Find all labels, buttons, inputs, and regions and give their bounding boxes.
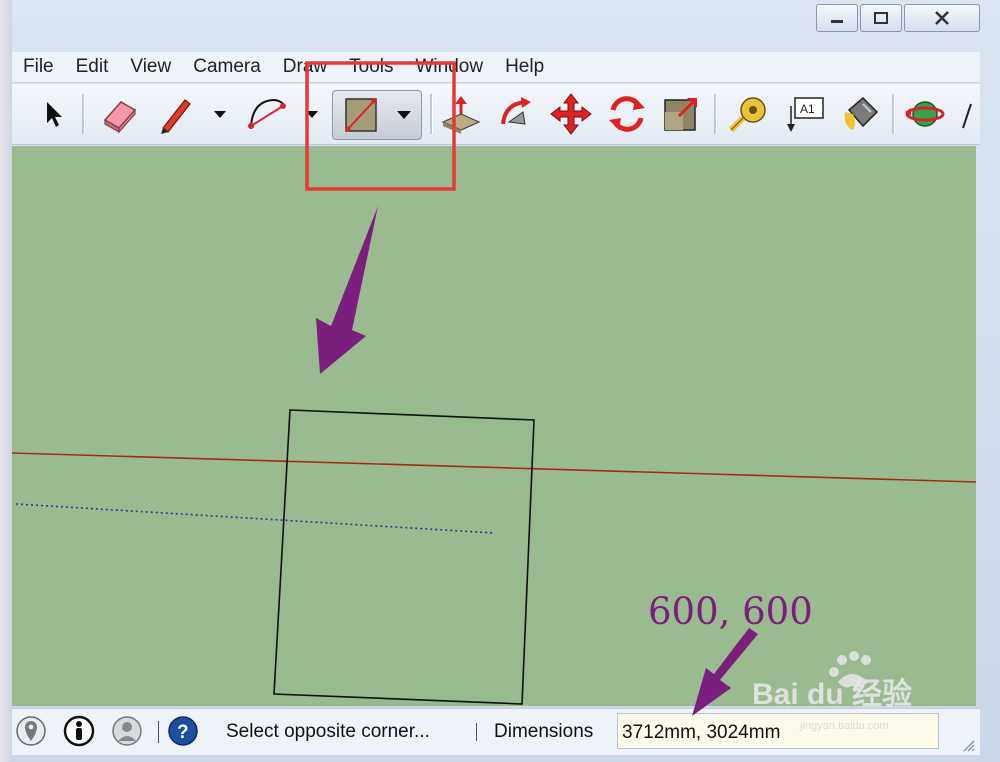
push-pull-icon <box>441 96 481 134</box>
status-separator <box>476 723 477 741</box>
toolbar-overflow-tool[interactable] <box>954 90 980 138</box>
scale-tool-button[interactable] <box>658 90 704 138</box>
push-pull-tool-button[interactable] <box>438 90 484 138</box>
toolbar-separator <box>714 94 717 134</box>
toolbar-separator <box>82 94 85 134</box>
annotation-text: 600, 600 <box>648 590 813 633</box>
scale-icon <box>664 98 697 131</box>
minimize-icon <box>831 20 843 23</box>
location-pin-icon <box>16 716 46 746</box>
pencil-icon <box>161 99 191 134</box>
move-tool-button[interactable] <box>548 90 594 138</box>
eraser-tool-button[interactable] <box>96 90 142 138</box>
follow-me-tool-button[interactable] <box>494 90 540 138</box>
tape-measure-tool-button[interactable] <box>726 90 772 138</box>
orbit-tool-button[interactable] <box>902 90 948 138</box>
chevron-down-icon <box>306 111 318 118</box>
arrow-cursor-icon <box>47 102 62 127</box>
menu-view[interactable]: View <box>119 56 182 78</box>
menu-edit[interactable]: Edit <box>65 56 120 78</box>
rotate-icon <box>609 96 645 132</box>
pencil-tool-button[interactable] <box>152 90 198 138</box>
arc-icon <box>248 98 286 129</box>
main-toolbar: A1 <box>12 84 980 145</box>
red-axis <box>12 452 976 483</box>
minimize-button[interactable] <box>816 4 858 32</box>
drawn-rectangle[interactable] <box>273 409 535 705</box>
partial-tool-icon <box>962 103 972 129</box>
paint-bucket-icon <box>844 96 879 130</box>
arc-dropdown[interactable] <box>304 104 320 124</box>
svg-text:?: ? <box>177 722 189 743</box>
toolbar-separator <box>892 94 895 134</box>
watermark-url: jingyan.baidu.com <box>800 720 889 732</box>
maximize-icon <box>874 12 888 24</box>
select-tool-button[interactable] <box>30 90 76 138</box>
instructor-help-button[interactable]: ? <box>166 714 200 748</box>
measurements-label: Dimensions <box>494 721 594 742</box>
toolbar-separator <box>430 94 433 134</box>
menu-tools[interactable]: Tools <box>338 56 404 78</box>
rotate-tool-button[interactable] <box>604 90 650 138</box>
text-label-icon: A1 <box>787 97 824 132</box>
resize-grip-icon[interactable] <box>960 737 976 753</box>
menu-draw[interactable]: Draw <box>272 56 338 78</box>
baidu-watermark: Bai du 经验 <box>752 651 912 711</box>
credits-button[interactable] <box>62 714 96 748</box>
arc-tool-button[interactable] <box>244 90 290 138</box>
paint-bucket-tool-button[interactable] <box>838 90 884 138</box>
menu-window[interactable]: Window <box>405 56 495 78</box>
scene-canvas[interactable] <box>12 146 976 706</box>
blue-axis <box>15 503 495 534</box>
tape-measure-icon <box>728 97 766 133</box>
measurements-input[interactable]: 3712mm, 3024mm <box>617 713 939 749</box>
drawing-viewport[interactable] <box>12 146 976 706</box>
watermark-text: Bai du 经验 <box>752 677 912 711</box>
move-icon <box>550 93 592 135</box>
geo-location-button[interactable] <box>14 714 48 748</box>
pencil-dropdown[interactable] <box>212 104 228 124</box>
rectangle-icon <box>345 98 411 132</box>
help-question-icon: ? <box>168 716 198 746</box>
menu-help[interactable]: Help <box>494 56 555 78</box>
maximize-button[interactable] <box>860 4 902 32</box>
follow-me-icon <box>501 97 531 125</box>
menu-file[interactable]: File <box>12 56 65 78</box>
menu-bar: File Edit View Camera Draw Tools Window … <box>12 52 980 83</box>
window-left-border <box>0 0 12 762</box>
eraser-icon <box>103 101 137 134</box>
rectangle-tool-button[interactable] <box>332 90 422 140</box>
text-tool-button[interactable]: A1 <box>782 90 828 138</box>
close-icon <box>935 11 949 25</box>
status-separator <box>158 721 159 743</box>
info-person-icon <box>63 715 95 747</box>
user-account-button[interactable] <box>110 714 144 748</box>
menu-camera[interactable]: Camera <box>182 56 272 78</box>
title-bar <box>0 0 1000 50</box>
user-icon <box>112 716 142 746</box>
text-tool-label: A1 <box>800 102 815 116</box>
chevron-down-icon <box>214 111 226 118</box>
sketchup-window: File Edit View Camera Draw Tools Window … <box>0 0 1000 762</box>
orbit-icon <box>905 101 945 127</box>
status-message: Select opposite corner... <box>226 721 430 742</box>
close-button[interactable] <box>904 4 980 32</box>
